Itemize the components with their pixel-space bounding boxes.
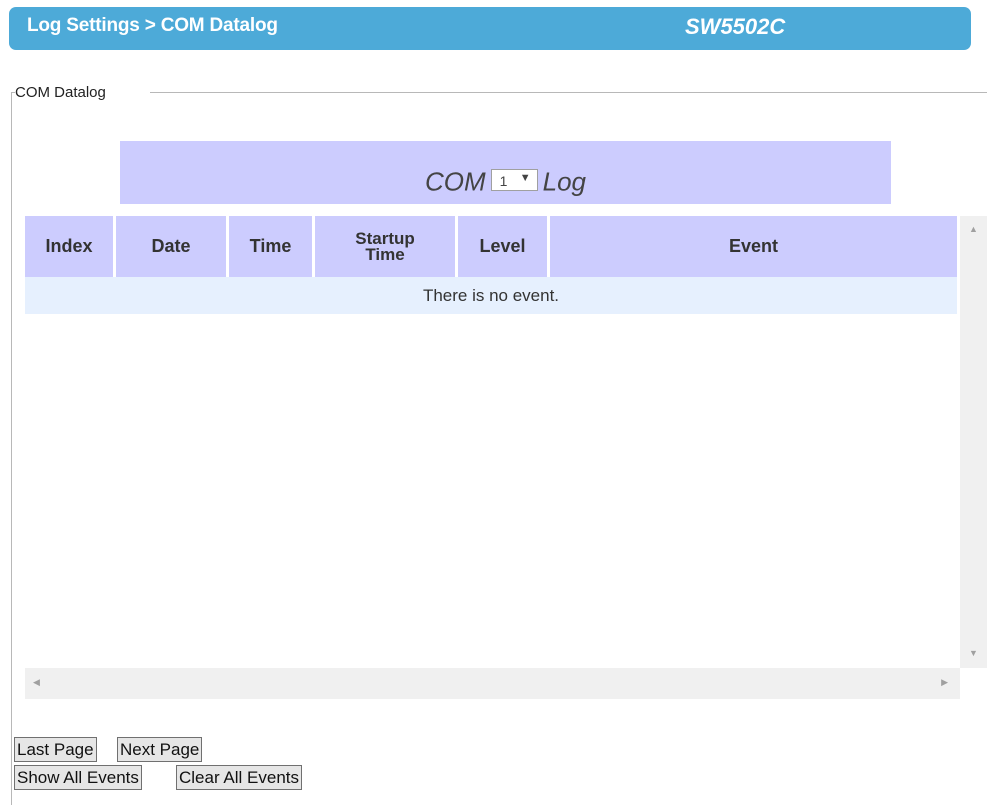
horizontal-scrollbar[interactable]: ◀ ▶ bbox=[25, 668, 960, 699]
fieldset-border-left bbox=[11, 93, 12, 805]
vertical-scrollbar[interactable]: ▲ ▼ bbox=[960, 216, 987, 668]
column-header-time: Time bbox=[229, 216, 312, 277]
show-all-events-button[interactable]: Show All Events bbox=[14, 765, 142, 790]
column-header-level: Level bbox=[458, 216, 547, 277]
page-title: Log Settings > COM Datalog bbox=[27, 15, 278, 36]
log-title-banner: COM 1 ▼ Log bbox=[120, 141, 891, 204]
log-title-prefix: COM bbox=[424, 166, 486, 197]
event-table: Index Date Time Startup Time Level Event … bbox=[22, 216, 960, 314]
log-title-suffix: Log bbox=[542, 166, 587, 197]
chevron-down-icon: ▼ bbox=[519, 172, 531, 185]
last-page-button[interactable]: Last Page bbox=[14, 737, 97, 762]
scroll-right-icon[interactable]: ▶ bbox=[941, 677, 948, 688]
fieldset-border-top bbox=[150, 92, 987, 93]
scroll-down-icon[interactable]: ▼ bbox=[969, 648, 978, 658]
header-bar: Log Settings > COM Datalog SW5502C bbox=[9, 7, 971, 50]
clear-all-events-button[interactable]: Clear All Events bbox=[176, 765, 302, 790]
com-port-select[interactable]: 1 ▼ bbox=[490, 169, 538, 192]
section-legend: COM Datalog bbox=[15, 84, 106, 101]
table-row: There is no event. bbox=[25, 277, 957, 314]
empty-message: There is no event. bbox=[25, 277, 957, 314]
column-header-startup-time: Startup Time bbox=[315, 216, 455, 277]
scroll-left-icon[interactable]: ◀ bbox=[33, 677, 40, 688]
com-port-value: 1 bbox=[499, 173, 508, 190]
scroll-up-icon[interactable]: ▲ bbox=[969, 224, 978, 234]
event-table-container: Index Date Time Startup Time Level Event … bbox=[25, 216, 960, 668]
log-title: COM 1 ▼ Log bbox=[120, 165, 891, 198]
column-header-date: Date bbox=[116, 216, 226, 277]
column-header-event: Event bbox=[550, 216, 957, 277]
device-model: SW5502C bbox=[685, 14, 786, 39]
column-header-index: Index bbox=[25, 216, 113, 277]
next-page-button[interactable]: Next Page bbox=[117, 737, 203, 762]
startup-time-label: Startup Time bbox=[355, 228, 415, 264]
